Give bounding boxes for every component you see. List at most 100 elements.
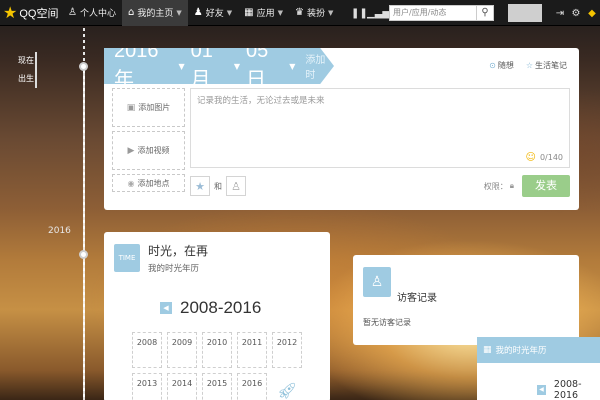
year-tile-2009[interactable]: 2009 <box>167 332 197 368</box>
nav-apps[interactable]: ▦ 应用 ▼ <box>238 0 289 26</box>
image-icon: ▣ <box>126 102 136 113</box>
search-input[interactable]: 用户/应用/动态 <box>389 5 477 21</box>
lock-icon: 🔒︎ <box>509 181 514 190</box>
calendar-icon: TIME <box>114 244 140 272</box>
card-title: 时光，在再 <box>148 244 209 258</box>
main-nav: ♙ 个人中心 ⌂ 我的主页 ▼ ♟ 好友 ▼ ▦ 应用 ▼ ♛ 装扮 ▼ <box>62 0 339 26</box>
year-tile-2013[interactable]: 2013 <box>132 373 162 400</box>
year-select[interactable]: 2016年 <box>114 48 175 84</box>
favorite-star-button[interactable]: ★ <box>190 176 210 196</box>
post-composer-card: 2016年 ▼ 01月 ▼ 05日 ▼ 添加时 ⊙ 随想 ☆ 生活笔记 ▣ 添加图片… <box>104 48 579 210</box>
permission-label: 权限： <box>483 181 508 191</box>
add-video-label: 添加视频 <box>137 146 170 155</box>
add-image-button[interactable]: ▣ 添加图片 <box>112 88 185 127</box>
diamond-vip-icon[interactable]: ◆ <box>584 8 600 19</box>
video-icon: ▶ <box>127 145 135 156</box>
year-range: ◀ 2008-2016 <box>160 298 261 318</box>
side-nav-divider <box>35 52 37 88</box>
nav-label: 个人中心 <box>79 9 116 19</box>
char-count: 0/140 <box>539 153 563 162</box>
back-arrow-icon[interactable]: ◀ <box>160 302 172 314</box>
post-type-links: ⊙ 随想 ☆ 生活笔记 <box>489 60 567 71</box>
friends-icon: ♟ <box>193 7 203 18</box>
logout-icon[interactable]: ⇥ <box>552 8 568 19</box>
add-location-label: 添加地点 <box>137 178 170 188</box>
life-note-link[interactable]: ☆ 生活笔记 <box>526 60 567 71</box>
topbar-right-tools: ❚❚ ▁▃▅ 用户/应用/动态 ⚲ ⇥ ⚙ ◆ <box>351 0 600 26</box>
visitor-title[interactable]: 访客记录 <box>397 289 437 304</box>
top-navigation-bar: ★ QQ空间 ♙ 个人中心 ⌂ 我的主页 ▼ ♟ 好友 ▼ ▦ 应用 ▼ ♛ 装… <box>0 0 600 26</box>
add-location-button[interactable]: ◉ 添加地点 <box>112 174 185 192</box>
add-time-link[interactable]: 添加时 <box>305 51 334 81</box>
post-text-input[interactable]: 记录我的生活，无论过去或是未来 ☺ 0/140 <box>190 88 570 168</box>
range-label: 2008-2016 <box>180 298 262 317</box>
nav-label: 装扮 <box>306 9 325 19</box>
person-icon: ♙ <box>68 7 77 18</box>
apps-icon: ▦ <box>244 7 254 18</box>
timeline-line <box>83 66 85 400</box>
chevron-down-icon: ▼ <box>327 8 334 17</box>
year-tile-2011[interactable]: 2011 <box>237 332 267 368</box>
home-icon: ⌂ <box>127 7 135 18</box>
back-arrow-icon[interactable]: ◀ <box>537 385 546 395</box>
add-image-label: 添加图片 <box>138 103 171 112</box>
nav-label: 应用 <box>256 9 275 19</box>
rocket-icon[interactable]: 🚀︎ <box>272 373 302 400</box>
timeline-year-label: 2016 <box>48 226 71 236</box>
chevron-down-icon: ▼ <box>226 8 233 17</box>
day-select[interactable]: 05日 <box>246 48 286 84</box>
year-tile-2008[interactable]: 2008 <box>132 332 162 368</box>
char-counter: ☺ 0/140 <box>526 152 564 163</box>
nav-decorate[interactable]: ♛ 装扮 ▼ <box>289 0 339 26</box>
settings-gear-icon[interactable]: ⚙ <box>568 8 584 19</box>
signal-icon[interactable]: ▁▃▅ <box>367 8 390 19</box>
timeline-node <box>79 62 88 71</box>
mood-label: 随想 <box>497 61 514 70</box>
search-icon[interactable]: ⚲ <box>477 5 494 21</box>
month-select[interactable]: 01月 <box>191 48 231 84</box>
pause-icon[interactable]: ❚❚ <box>351 8 368 19</box>
permission-setting[interactable]: 权限： 🔒︎ <box>484 181 522 192</box>
mention-friend-button[interactable]: ♙ <box>226 176 246 196</box>
post-placeholder: 记录我的生活，无论过去或是未来 <box>197 96 325 106</box>
date-selector: 2016年 ▼ 01月 ▼ 05日 ▼ 添加时 <box>104 48 334 84</box>
year-tile-2012[interactable]: 2012 <box>272 332 302 368</box>
composer-body: ▣ 添加图片 ▶ 添加视频 ◉ 添加地点 记录我的生活，无论过去或是未来 ☺ 0/… <box>112 88 570 203</box>
floating-panel-title: 我的时光年历 <box>495 346 547 356</box>
year-tile-2016[interactable]: 2016 <box>237 373 267 400</box>
chevron-down-icon[interactable]: ▼ <box>178 62 184 71</box>
star-logo-icon: ★ <box>3 2 18 22</box>
nav-friends[interactable]: ♟ 好友 ▼ <box>188 0 238 26</box>
chevron-down-icon: ▼ <box>176 8 182 17</box>
publish-button[interactable]: 发表 <box>522 175 570 197</box>
note-label: 生活笔记 <box>535 61 567 70</box>
shirt-icon: ♛ <box>294 7 304 18</box>
chevron-down-icon[interactable]: ▼ <box>289 62 295 71</box>
nav-label: 我的主页 <box>137 9 174 19</box>
star-outline-icon: ☆ <box>525 61 533 70</box>
visitor-empty-text: 暂无访客记录 <box>363 318 411 327</box>
emoji-icon[interactable]: ☺ <box>526 152 536 163</box>
timeline-node <box>79 250 88 259</box>
add-video-button[interactable]: ▶ 添加视频 <box>112 131 185 170</box>
location-pin-icon: ◉ <box>127 178 135 188</box>
year-tile-2010[interactable]: 2010 <box>202 332 232 368</box>
chevron-down-icon[interactable]: ▼ <box>234 62 240 71</box>
qzone-logo[interactable]: ★ QQ空间 <box>0 0 62 26</box>
chevron-down-icon: ▼ <box>277 8 283 17</box>
mood-link[interactable]: ⊙ 随想 <box>489 60 514 71</box>
year-tile-2014[interactable]: 2014 <box>167 373 197 400</box>
media-column: ▣ 添加图片 ▶ 添加视频 ◉ 添加地点 <box>112 88 185 192</box>
year-tile-2015[interactable]: 2015 <box>202 373 232 400</box>
years-grid: 2008 2009 2010 2011 2012 2013 2014 2015 … <box>132 332 307 400</box>
nav-label: 好友 <box>205 9 224 19</box>
composer-footer: ★ 和 ♙ 权限： 🔒︎ 发表 <box>190 174 570 198</box>
floating-panel-header[interactable]: ▦ 我的时光年历 <box>477 337 600 363</box>
floating-year-range: ◀ 2008-2016 <box>537 379 600 400</box>
visitor-icon: ♙ <box>363 267 391 297</box>
brand-name: QQ空间 <box>19 7 59 20</box>
nav-personal-center[interactable]: ♙ 个人中心 <box>62 0 122 26</box>
avatar[interactable] <box>508 4 542 22</box>
and-text: 和 <box>214 181 222 191</box>
nav-my-homepage[interactable]: ⌂ 我的主页 ▼ <box>121 0 188 26</box>
